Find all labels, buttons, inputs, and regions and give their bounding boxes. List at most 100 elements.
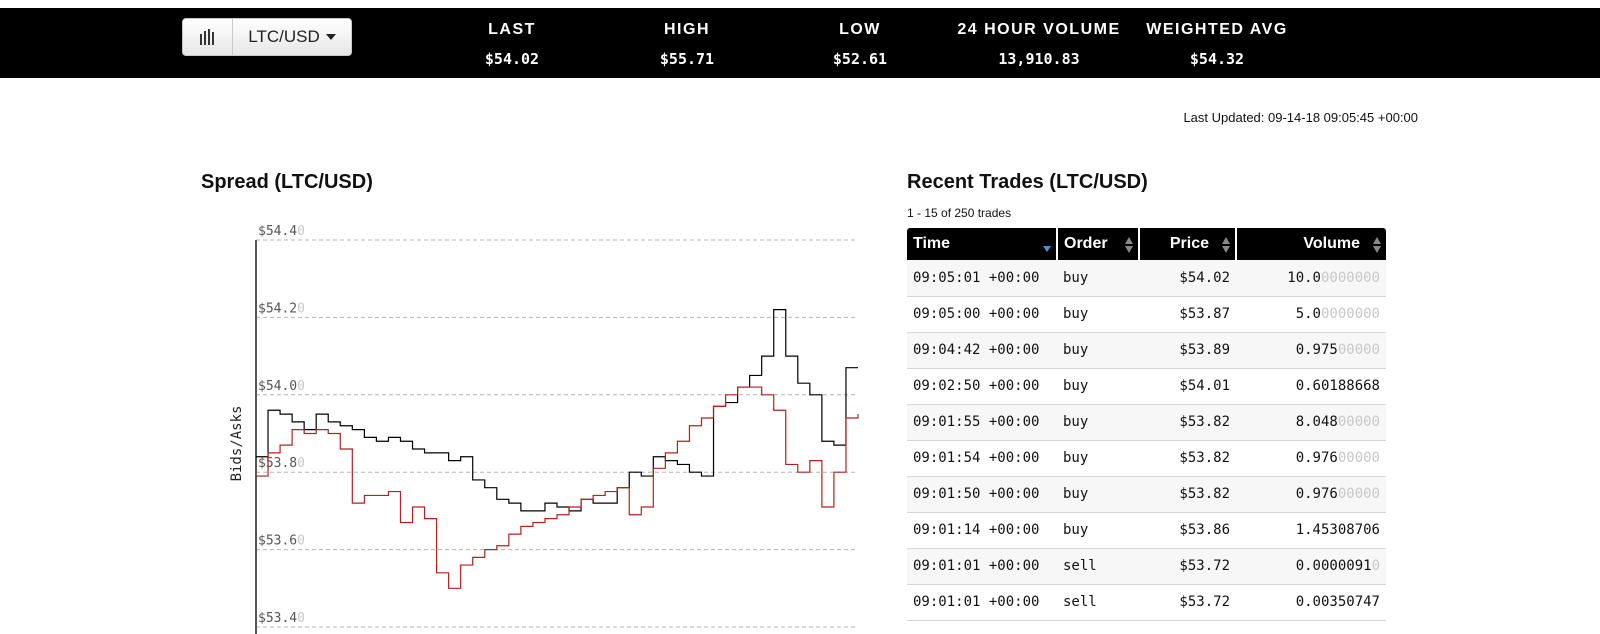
trades-table: Time Order Price Volume 09:05:01 +00:00 … [907, 228, 1386, 621]
y-tick-label: $54.40 [258, 224, 305, 239]
volume-padding: 00000 [1337, 450, 1380, 466]
column-header-label: Volume [1303, 235, 1360, 252]
trade-time: 09:01:01 +00:00 [907, 584, 1057, 621]
chevron-down-icon [325, 34, 336, 40]
trade-time: 09:04:42 +00:00 [907, 332, 1057, 369]
volume-main: 8.048 [1295, 414, 1338, 430]
trade-order: buy [1057, 296, 1139, 333]
table-row: 09:01:01 +00:00 sell $53.72 0.00000910 [907, 548, 1386, 585]
trades-header-row: Time Order Price Volume [907, 228, 1386, 260]
table-row: 09:01:50 +00:00 buy $53.82 0.97600000 [907, 476, 1386, 513]
spread-chart: $54.40 $54.20 $54.00 $53.80 $53.60 $53.40 Bids… [229, 224, 859, 634]
trade-volume: 0.97600000 [1236, 440, 1386, 477]
column-header-time[interactable]: Time [907, 228, 1057, 260]
last-updated-text: Last Updated: 09-14-18 09:05:45 +00:00 [1183, 110, 1418, 125]
series-line [256, 309, 858, 512]
trade-volume: 0.97600000 [1236, 476, 1386, 513]
trade-order: buy [1057, 476, 1139, 513]
table-row: 09:01:54 +00:00 buy $53.82 0.97600000 [907, 440, 1386, 477]
spread-title: Spread (LTC/USD) [201, 171, 373, 193]
sort-desc-icon [1043, 246, 1051, 252]
stat-value: $55.71 [659, 50, 715, 68]
sort-icon [1373, 237, 1381, 253]
trade-price: $53.89 [1139, 332, 1236, 369]
y-tick-label: $53.80 [258, 456, 305, 471]
column-header-label: Price [1169, 235, 1209, 252]
trade-time: 09:05:00 +00:00 [907, 296, 1057, 333]
trade-time: 09:01:50 +00:00 [907, 476, 1057, 513]
trades-count: 1 - 15 of 250 trades [907, 206, 1012, 220]
volume-main: 5.0 [1295, 306, 1321, 322]
trade-order: buy [1057, 260, 1139, 297]
pair-control: LTC/USD [182, 18, 352, 56]
trade-order: buy [1057, 332, 1139, 369]
trade-volume: 0.97500000 [1236, 332, 1386, 369]
trade-order: buy [1057, 440, 1139, 477]
volume-main: 1.45308706 [1295, 522, 1380, 538]
volume-main: 0.976 [1295, 450, 1338, 466]
stat-value: $54.02 [484, 50, 540, 68]
recent-trades-title: Recent Trades (LTC/USD) [907, 171, 1148, 193]
table-row: 09:04:42 +00:00 buy $53.89 0.97500000 [907, 332, 1386, 369]
trade-price: $53.86 [1139, 512, 1236, 549]
stat-label: LAST [488, 21, 536, 38]
table-row: 09:05:01 +00:00 buy $54.02 10.00000000 [907, 260, 1386, 297]
table-row: 09:05:00 +00:00 buy $53.87 5.00000000 [907, 296, 1386, 333]
volume-main: 0.00350747 [1295, 594, 1380, 610]
trade-time: 09:01:55 +00:00 [907, 404, 1057, 441]
table-row: 09:01:55 +00:00 buy $53.82 8.04800000 [907, 404, 1386, 441]
trade-volume: 0.60188668 [1236, 368, 1386, 405]
trade-order: sell [1057, 548, 1139, 585]
chart-toggle-button[interactable] [183, 19, 233, 55]
trade-price: $54.02 [1139, 260, 1236, 297]
volume-main: 0.975 [1295, 342, 1338, 358]
trade-order: sell [1057, 584, 1139, 621]
volume-main: 0.976 [1295, 486, 1338, 502]
stat-low: LOW $52.61 [810, 8, 910, 78]
stat-value: $52.61 [832, 50, 888, 68]
column-header-volume[interactable]: Volume [1235, 228, 1386, 260]
pair-label: LTC/USD [248, 27, 320, 46]
trade-time: 09:02:50 +00:00 [907, 368, 1057, 405]
y-tick-label: $53.60 [258, 534, 305, 549]
stat-high: HIGH $55.71 [637, 8, 737, 78]
volume-main: 0.0000091 [1295, 558, 1372, 574]
series-line [256, 386, 859, 589]
trade-order: buy [1057, 368, 1139, 405]
stat-label: LOW [839, 21, 881, 38]
trade-volume: 1.45308706 [1236, 512, 1386, 549]
trade-volume: 10.00000000 [1236, 260, 1386, 297]
volume-padding: 00000 [1337, 486, 1380, 502]
y-tick-label: $54.00 [258, 379, 305, 394]
table-row: 09:01:01 +00:00 sell $53.72 0.00350747 [907, 584, 1386, 621]
stat-last: LAST $54.02 [462, 8, 562, 78]
column-header-order[interactable]: Order [1056, 228, 1139, 260]
trade-price: $53.87 [1139, 296, 1236, 333]
column-header-price[interactable]: Price [1138, 228, 1236, 260]
stat-label: WEIGHTED AVG [1146, 21, 1288, 38]
table-row: 09:02:50 +00:00 buy $54.01 0.60188668 [907, 368, 1386, 405]
sort-icon [1222, 237, 1230, 253]
trade-time: 09:01:54 +00:00 [907, 440, 1057, 477]
stat-weighted-avg: WEIGHTED AVG $54.32 [1138, 8, 1296, 78]
table-row: 09:01:14 +00:00 buy $53.86 1.45308706 [907, 512, 1386, 549]
trade-time: 09:01:01 +00:00 [907, 548, 1057, 585]
volume-padding: 0000000 [1320, 269, 1380, 286]
trade-volume: 0.00000910 [1236, 548, 1386, 585]
trade-price: $54.01 [1139, 368, 1236, 405]
stat-label: HIGH [664, 21, 710, 38]
volume-main: 0.60188668 [1295, 378, 1380, 394]
volume-padding: 00000 [1337, 414, 1380, 430]
trade-price: $53.82 [1139, 440, 1236, 477]
y-axis-label: Bids/Asks [229, 406, 245, 482]
trade-volume: 0.00350747 [1236, 584, 1386, 621]
volume-padding: 00000 [1337, 342, 1380, 358]
trade-order: buy [1057, 404, 1139, 441]
y-tick-label: $54.20 [258, 301, 305, 316]
sort-icon [1125, 237, 1133, 253]
trade-price: $53.82 [1139, 404, 1236, 441]
stat-label: 24 HOUR VOLUME [957, 21, 1121, 38]
trade-price: $53.82 [1139, 476, 1236, 513]
pair-dropdown[interactable]: LTC/USD [233, 19, 351, 55]
trade-volume: 8.04800000 [1236, 404, 1386, 441]
